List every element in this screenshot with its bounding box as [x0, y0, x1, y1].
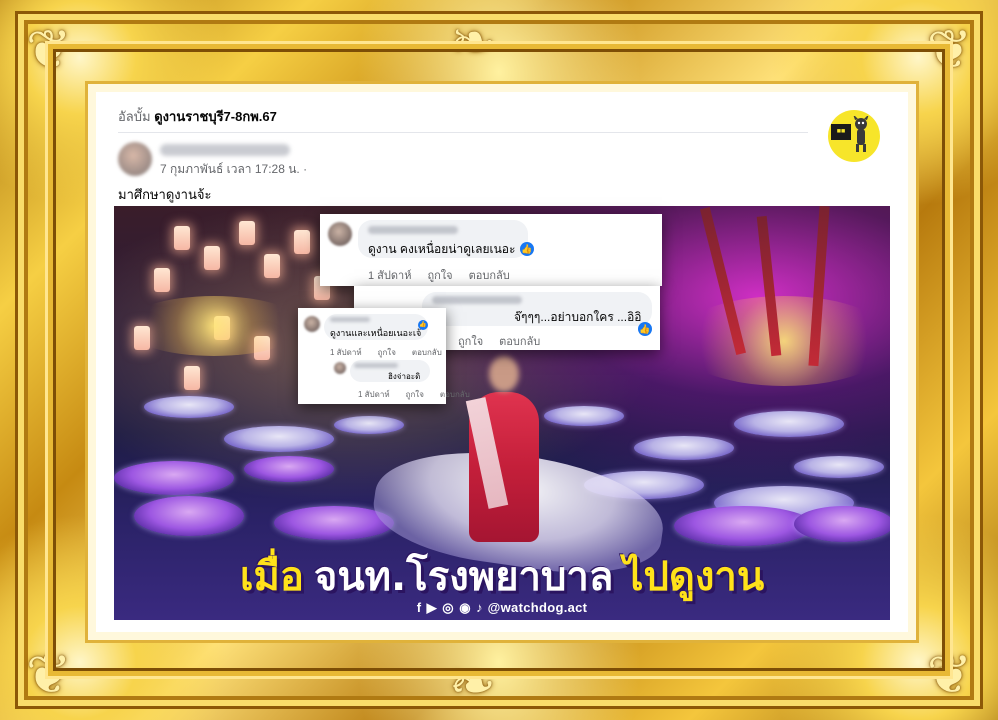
string-lights	[124, 296, 304, 356]
lily-pad	[114, 461, 234, 495]
reply-link[interactable]: ตอบกลับ	[412, 348, 442, 357]
lily-pad	[734, 411, 844, 437]
poster-name-blurred[interactable]	[160, 144, 290, 156]
social-handle-line: f ▶ ◎ ◉ ♪ @watchdog.act	[114, 600, 890, 616]
album-breadcrumb: อัลบั้ม ดูงานราชบุรี7-8กพ.67	[118, 106, 758, 126]
frame-ornament-icon: ❦	[26, 18, 72, 81]
comment-time[interactable]: 1 สัปดาห์	[358, 390, 390, 399]
post-timestamp[interactable]: 7 กุมภาพันธ์ เวลา 17:28 น. ·	[160, 160, 307, 179]
comment-text: ดูงานและเหนื่อยเนอะเจ้	[330, 328, 422, 338]
comment-actions: ถูกใจ ตอบกลับ	[458, 332, 556, 350]
reply-link[interactable]: ตอบกลับ	[469, 270, 510, 282]
headline-part-1: เมื่อ	[239, 554, 304, 600]
like-link[interactable]: ถูกใจ	[427, 270, 452, 282]
commenter-name-blurred[interactable]	[368, 226, 458, 234]
post-caption: มาศึกษาดูงานจ้ะ	[118, 187, 212, 202]
lily-pad	[334, 416, 404, 434]
dog-mascot-icon	[853, 116, 869, 152]
headline-part-3: ไปดูงาน	[623, 554, 765, 600]
lantern	[239, 221, 255, 245]
commenter-avatar[interactable]	[304, 316, 320, 332]
comment-actions: 1 สัปดาห์ ถูกใจ ตอบกลับ	[330, 346, 458, 359]
album-prefix: อัลบั้ม	[118, 109, 151, 124]
lily-pad	[634, 436, 734, 460]
comment-text: ดูงาน คงเหนื่อยน่าดูเลยเนอะ	[368, 242, 516, 256]
blurred-face	[489, 356, 519, 392]
comment-screenshot: ดูงาน คงเหนื่อยน่าดูเลยเนอะ 👍 1 สัปดาห์ ถ…	[320, 214, 662, 286]
lily-pad	[544, 406, 624, 426]
facebook-post: อัลบั้ม ดูงานราชบุรี7-8กพ.67 ■■ 7 กุมภาพ…	[96, 92, 908, 632]
comment-screenshot: ดูงานและเหนื่อยเนอะเจ้ 👍 1 สัปดาห์ ถูกใจต…	[298, 308, 470, 404]
lantern	[204, 246, 220, 270]
lily-pad	[134, 496, 244, 536]
frame-ornament-icon: ❧	[449, 10, 496, 75]
logo-mark: ■■	[831, 124, 851, 140]
lily-pad	[674, 506, 814, 546]
frame-ornament-icon: ❦	[926, 643, 972, 706]
headline-part-2: จนท.โรงพยาบาล	[313, 554, 614, 600]
like-link[interactable]: ถูกใจ	[378, 348, 396, 357]
comment-actions: 1 สัปดาห์ ถูกใจ ตอบกลับ	[358, 388, 486, 401]
lily-pad	[794, 456, 884, 478]
comment-text: จ๊ๆๆๆ...อย่าบอกใคร ...อิอิ	[514, 310, 642, 324]
social-media-icons: f ▶ ◎ ◉ ♪	[416, 600, 484, 615]
thumbs-up-icon: 👍	[520, 242, 534, 256]
lantern	[294, 230, 310, 254]
comment-time[interactable]: 1 สัปดาห์	[368, 270, 411, 282]
lantern	[154, 268, 170, 292]
frame-ornament-icon: ❦	[926, 18, 972, 81]
lily-pad	[144, 396, 234, 418]
poster-avatar[interactable]	[118, 142, 152, 176]
commenter-name-blurred[interactable]	[330, 317, 370, 322]
lantern	[174, 226, 190, 250]
string-lights	[674, 296, 890, 386]
watchdog-logo: ■■	[828, 110, 880, 162]
reply-link[interactable]: ตอบกลับ	[440, 390, 470, 399]
commenter-avatar[interactable]	[328, 222, 352, 246]
lily-pad	[224, 426, 334, 452]
commenter-name-blurred[interactable]	[432, 296, 522, 304]
comment-text: ฮิงจ่าอะดิ	[388, 372, 421, 381]
headline-caption: เมื่อ จนท.โรงพยาบาล ไปดูงาน	[114, 544, 890, 608]
lantern	[184, 366, 200, 390]
like-link[interactable]: ถูกใจ	[458, 336, 483, 348]
commenter-avatar[interactable]	[334, 362, 346, 374]
frame-ornament-icon: ❦	[26, 643, 72, 706]
lily-pad	[794, 506, 890, 542]
reply-link[interactable]: ตอบกลับ	[499, 336, 540, 348]
album-name-link[interactable]: ดูงานราชบุรี7-8กพ.67	[154, 109, 277, 124]
comment-time[interactable]: 1 สัปดาห์	[330, 348, 362, 357]
lily-pad	[244, 456, 334, 482]
social-handle: @watchdog.act	[487, 600, 588, 615]
lantern	[264, 254, 280, 278]
thumbs-up-icon: 👍	[418, 320, 428, 330]
thumbs-up-icon: 👍	[638, 322, 652, 336]
comment-actions: 1 สัปดาห์ ถูกใจ ตอบกลับ	[368, 266, 526, 284]
commenter-name-blurred[interactable]	[354, 363, 398, 368]
frame-ornament-icon: ❧	[449, 651, 496, 716]
divider	[118, 132, 808, 133]
woman-in-red-dress	[459, 356, 549, 546]
like-link[interactable]: ถูกใจ	[406, 390, 424, 399]
